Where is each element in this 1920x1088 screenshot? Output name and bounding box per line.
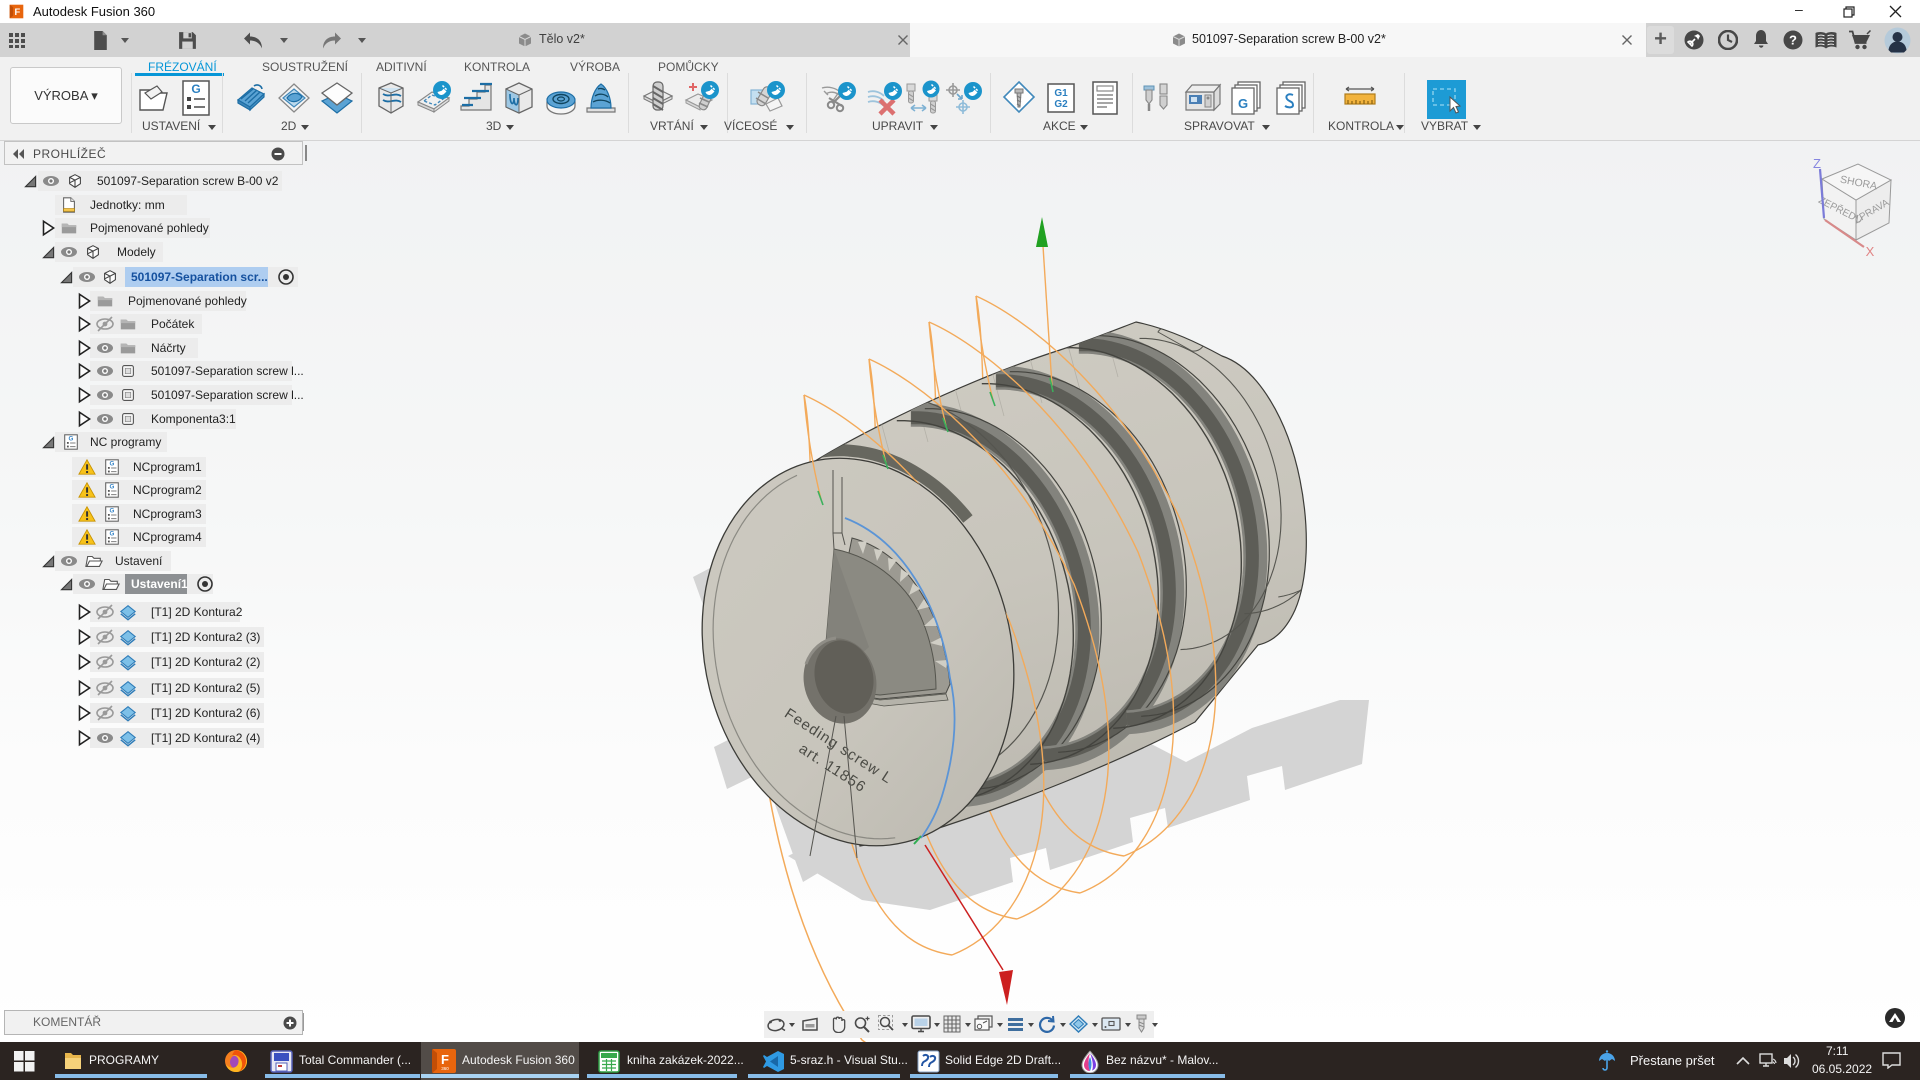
svg-text:X: X bbox=[1866, 244, 1875, 259]
svg-text:F: F bbox=[14, 7, 20, 17]
svg-text:G1: G1 bbox=[1054, 88, 1068, 99]
svg-text:360: 360 bbox=[441, 1066, 449, 1071]
svg-text:G: G bbox=[191, 82, 200, 96]
svg-text:Z: Z bbox=[1813, 156, 1821, 171]
svg-text:G2: G2 bbox=[1054, 99, 1068, 110]
svg-text:F: F bbox=[441, 1052, 449, 1067]
svg-text:?: ? bbox=[1789, 33, 1797, 48]
svg-text:G: G bbox=[1238, 96, 1248, 111]
